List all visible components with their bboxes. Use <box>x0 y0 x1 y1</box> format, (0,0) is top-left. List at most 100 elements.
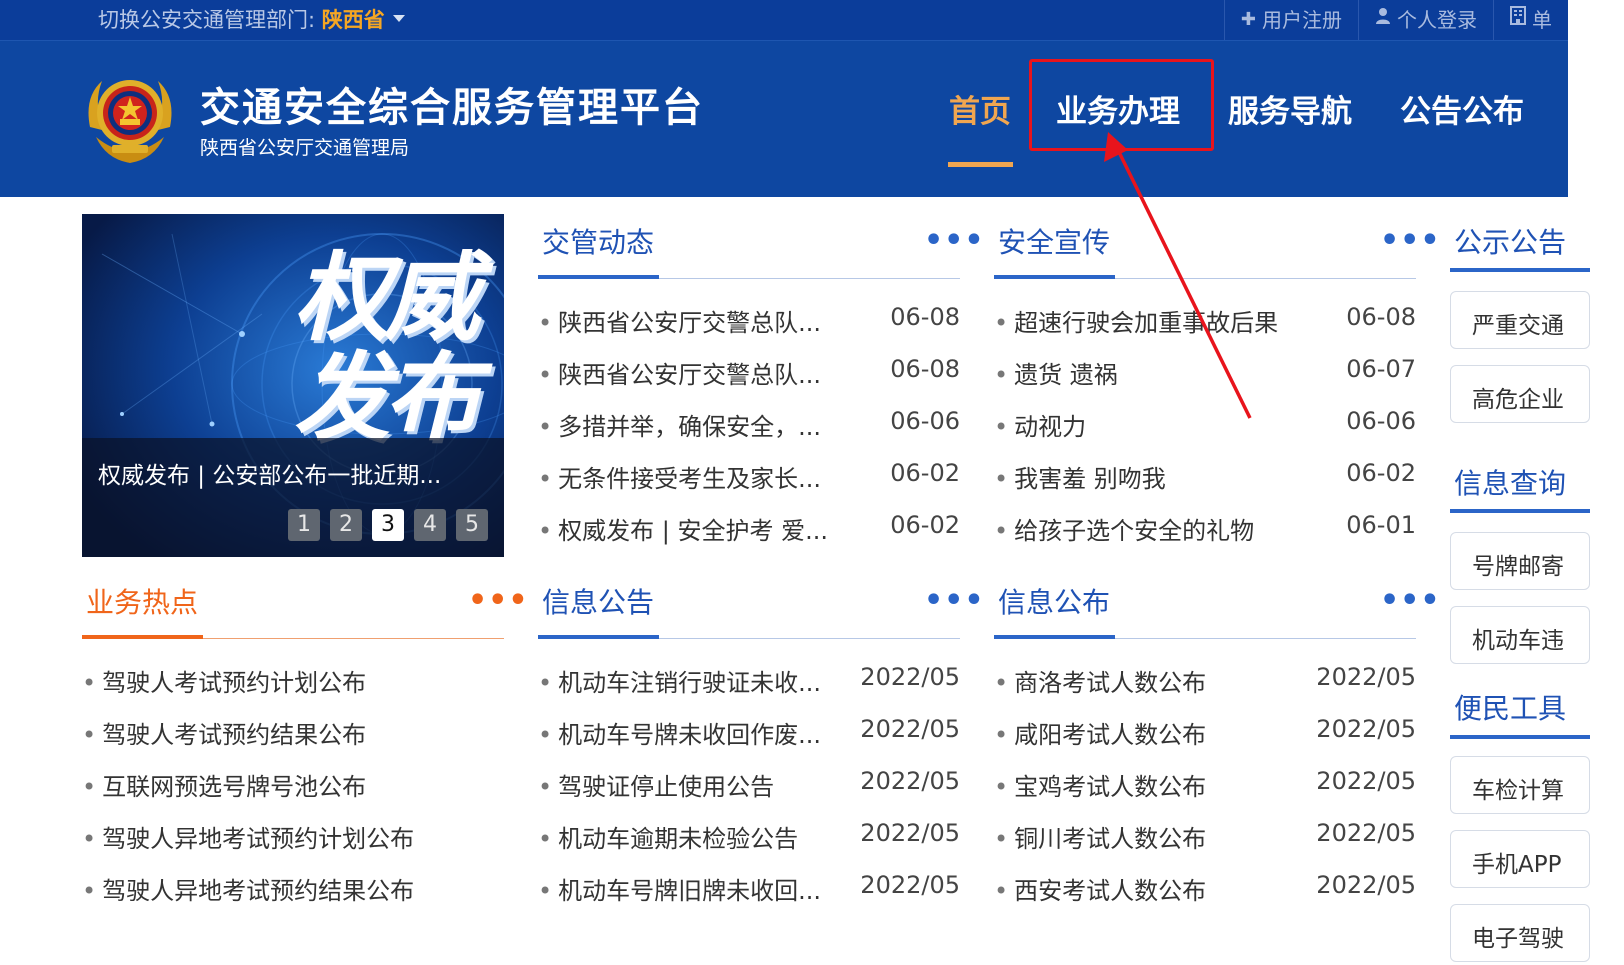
unit-login-link[interactable]: 单 <box>1493 0 1568 40</box>
item-date: 2022/05 <box>860 715 960 743</box>
nav-service-guide[interactable]: 服务导航 <box>1228 86 1352 131</box>
list-item[interactable]: 互联网预选号牌号池公布 <box>82 767 504 807</box>
item-date: 06-08 <box>1346 303 1416 331</box>
login-label: 个人登录 <box>1397 8 1477 32</box>
sidebar-section-underline <box>1450 509 1590 513</box>
item-date: 2022/05 <box>1316 767 1416 795</box>
list-item[interactable]: 机动车逾期未检验公告 2022/05 <box>538 819 960 859</box>
item-title: 动视力 <box>994 407 1086 442</box>
list-item[interactable]: 商洛考试人数公布 2022/05 <box>994 663 1416 703</box>
item-title: 铜川考试人数公布 <box>994 819 1206 854</box>
item-title: 机动车号牌未收回作废... <box>538 715 821 750</box>
item-date: 2022/05 <box>860 819 960 847</box>
list-item[interactable]: 宝鸡考试人数公布 2022/05 <box>994 767 1416 807</box>
carousel-page-5[interactable]: 5 <box>456 509 488 541</box>
list-item[interactable]: 权威发布 | 安全护考 爱... 06-02 <box>538 511 960 551</box>
chevron-down-icon <box>392 14 405 22</box>
department-switcher[interactable]: 切换公安交通管理部门: 陕西省 <box>98 5 405 35</box>
panel-safety-campaign: 安全宣传 ••• 超速行驶会加重事故后果 06-08 遗货 遗祸 06-07 动视力… <box>994 221 1440 551</box>
panel-title[interactable]: 安全宣传 <box>998 221 1110 261</box>
panel-title[interactable]: 交管动态 <box>542 221 654 261</box>
sidebar-card[interactable]: 车检计算 <box>1450 756 1590 814</box>
register-link[interactable]: ✚ 用户注册 <box>1223 0 1358 40</box>
list-item[interactable]: 动视力 06-06 <box>994 407 1416 447</box>
list-item[interactable]: 陕西省公安厅交警总队... 06-08 <box>538 355 960 395</box>
item-date: 2022/05 <box>860 767 960 795</box>
banner-headline-line1: 权威 <box>294 242 480 354</box>
sidebar-card[interactable]: 高危企业 <box>1450 365 1590 423</box>
list-item[interactable]: 多措并举，确保安全，... 06-06 <box>538 407 960 447</box>
list-item[interactable]: 驾驶证停止使用公告 2022/05 <box>538 767 960 807</box>
nav-home[interactable]: 首页 <box>949 86 1011 131</box>
more-icon[interactable]: ••• <box>468 586 529 616</box>
list-item[interactable]: 我害羞 别吻我 06-02 <box>994 459 1416 499</box>
panel-info-notices: 信息公告 ••• 机动车注销行驶证未收... 2022/05 机动车号牌未收回作废… <box>538 581 984 911</box>
sidebar-card[interactable]: 手机APP <box>1450 830 1590 888</box>
list-item[interactable]: 机动车注销行驶证未收... 2022/05 <box>538 663 960 703</box>
carousel-pager: 1 2 3 4 5 <box>288 509 488 541</box>
panel-title[interactable]: 信息公告 <box>542 581 654 621</box>
list-item[interactable]: 驾驶人异地考试预约计划公布 <box>82 819 504 859</box>
item-date: 2022/05 <box>1316 871 1416 899</box>
panel-title-underline <box>538 275 659 279</box>
sidebar-section-underline <box>1450 268 1590 272</box>
sidebar-section-underline <box>1450 735 1590 739</box>
list-item[interactable]: 咸阳考试人数公布 2022/05 <box>994 715 1416 755</box>
list-item[interactable]: 机动车号牌未收回作废... 2022/05 <box>538 715 960 755</box>
panel-business-hotspots: 业务热点 ••• 驾驶人考试预约计划公布 驾驶人考试预约结果公布 互联网预选号牌… <box>82 581 528 911</box>
list-item[interactable]: 无条件接受考生及家长... 06-02 <box>538 459 960 499</box>
item-date: 06-02 <box>890 459 960 487</box>
item-date: 2022/05 <box>1316 663 1416 691</box>
list-item[interactable]: 遗货 遗祸 06-07 <box>994 355 1416 395</box>
active-nav-indicator <box>948 162 1013 167</box>
carousel-page-2[interactable]: 2 <box>330 509 362 541</box>
more-icon[interactable]: ••• <box>1380 586 1441 616</box>
login-link[interactable]: 个人登录 <box>1358 0 1493 40</box>
news-carousel[interactable]: 权威 发布 权威发布 | 公安部公布一批近期... 1 2 3 4 5 <box>82 214 504 557</box>
panel-title[interactable]: 信息公布 <box>998 581 1110 621</box>
list-item[interactable]: 给孩子选个安全的礼物 06-01 <box>994 511 1416 551</box>
plus-icon: ✚ <box>1240 9 1256 30</box>
item-title: 陕西省公安厅交警总队... <box>538 355 821 390</box>
carousel-page-3[interactable]: 3 <box>372 509 404 541</box>
item-title: 超速行驶会加重事故后果 <box>994 303 1278 338</box>
more-icon[interactable]: ••• <box>924 586 985 616</box>
list-item[interactable]: 铜川考试人数公布 2022/05 <box>994 819 1416 859</box>
carousel-page-1[interactable]: 1 <box>288 509 320 541</box>
panel-title[interactable]: 业务热点 <box>86 581 198 621</box>
item-title: 多措并举，确保安全，... <box>538 407 821 442</box>
unit-login-label: 单 <box>1532 8 1552 32</box>
sidebar-card[interactable]: 号牌邮寄 <box>1450 532 1590 590</box>
carousel-page-4[interactable]: 4 <box>414 509 446 541</box>
site-subtitle: 陕西省公安厅交通管理局 <box>200 137 410 159</box>
list-item[interactable]: 超速行驶会加重事故后果 06-08 <box>994 303 1416 343</box>
list-item[interactable]: 陕西省公安厅交警总队... 06-08 <box>538 303 960 343</box>
sidebar-card[interactable]: 严重交通 <box>1450 291 1590 349</box>
item-title: 我害羞 别吻我 <box>994 459 1166 494</box>
list-item[interactable]: 机动车号牌旧牌未收回... 2022/05 <box>538 871 960 911</box>
site-title: 交通安全综合服务管理平台 <box>200 85 704 131</box>
item-date: 06-06 <box>1346 407 1416 435</box>
sidebar-section-title[interactable]: 公示公告 <box>1454 221 1566 261</box>
item-title: 驾驶证停止使用公告 <box>538 767 774 802</box>
nav-announcements[interactable]: 公告公布 <box>1400 86 1524 131</box>
item-title: 机动车逾期未检验公告 <box>538 819 798 854</box>
sidebar-card[interactable]: 机动车违 <box>1450 606 1590 664</box>
list-item[interactable]: 驾驶人异地考试预约结果公布 <box>82 871 504 911</box>
item-title: 无条件接受考生及家长... <box>538 459 821 494</box>
sidebar-section-title[interactable]: 信息查询 <box>1454 462 1566 502</box>
list-item[interactable]: 西安考试人数公布 2022/05 <box>994 871 1416 911</box>
top-links: ✚ 用户注册 个人登录 单 <box>1223 0 1568 40</box>
province-name: 陕西省 <box>321 8 385 32</box>
sidebar-card[interactable]: 电子驾驶 <box>1450 904 1590 962</box>
carousel-caption-text[interactable]: 权威发布 | 公安部公布一批近期... <box>98 456 441 490</box>
panel-title-underline <box>538 635 659 639</box>
sidebar-section-title[interactable]: 便民工具 <box>1454 687 1566 727</box>
item-title: 权威发布 | 安全护考 爱... <box>538 511 828 546</box>
list-item[interactable]: 驾驶人考试预约结果公布 <box>82 715 504 755</box>
list-item[interactable]: 驾驶人考试预约计划公布 <box>82 663 504 703</box>
item-title: 遗货 遗祸 <box>994 355 1118 390</box>
item-title: 咸阳考试人数公布 <box>994 715 1206 750</box>
more-icon[interactable]: ••• <box>924 226 985 256</box>
more-icon[interactable]: ••• <box>1380 226 1441 256</box>
